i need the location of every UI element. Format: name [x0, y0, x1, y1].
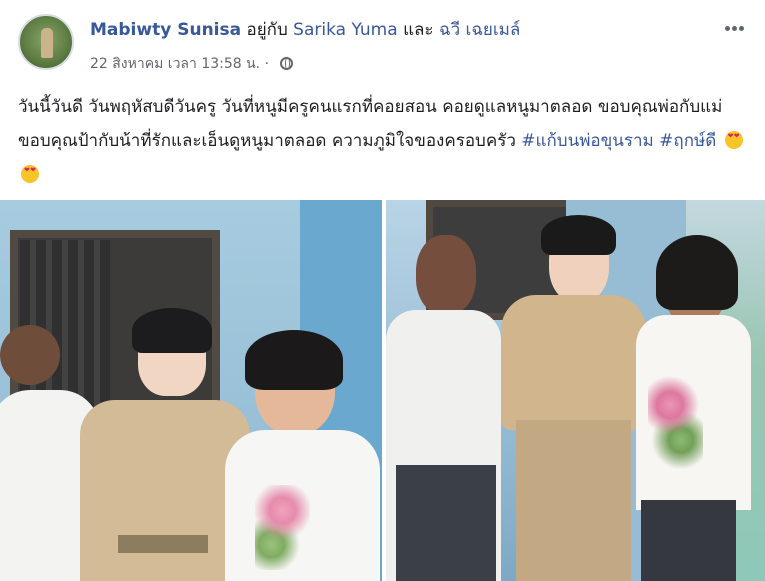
hashtag-link-2[interactable]: #ฤกษ์ดี [659, 131, 716, 151]
heart-eyes-emoji [21, 165, 39, 183]
with-label: อยู่กับ [246, 20, 288, 40]
tagged-person-link-1[interactable]: Sarika Yuma [293, 20, 397, 40]
post-header-line: Mabiwty Sunisa อยู่กับ Sarika Yuma และ ฉ… [90, 16, 520, 43]
and-label: และ [403, 20, 434, 40]
more-options-icon[interactable] [725, 16, 747, 31]
hashtag-link-1[interactable]: #แก้บนพ่อขุนราม [521, 131, 653, 151]
author-name-link[interactable]: Mabiwty Sunisa [90, 20, 241, 40]
post-header: Mabiwty Sunisa อยู่กับ Sarika Yuma และ ฉ… [0, 0, 765, 80]
post-timestamp-link[interactable]: 22 สิงหาคม เวลา 13:58 น. · [90, 56, 269, 72]
post-photo-1[interactable] [0, 200, 382, 581]
globe-icon[interactable] [279, 57, 293, 70]
post-meta: 22 สิงหาคม เวลา 13:58 น. · [90, 53, 293, 75]
post-body-text: วันนี้วันดี วันพฤหัสบดีวันครู วันที่หนูม… [18, 90, 753, 192]
avatar-figure [41, 28, 53, 58]
tagged-person-link-2[interactable]: ฉวี เฉยเมล์ [439, 20, 520, 40]
heart-eyes-emoji [724, 131, 743, 149]
author-avatar[interactable] [18, 14, 74, 70]
post-photo-2[interactable] [386, 200, 765, 581]
